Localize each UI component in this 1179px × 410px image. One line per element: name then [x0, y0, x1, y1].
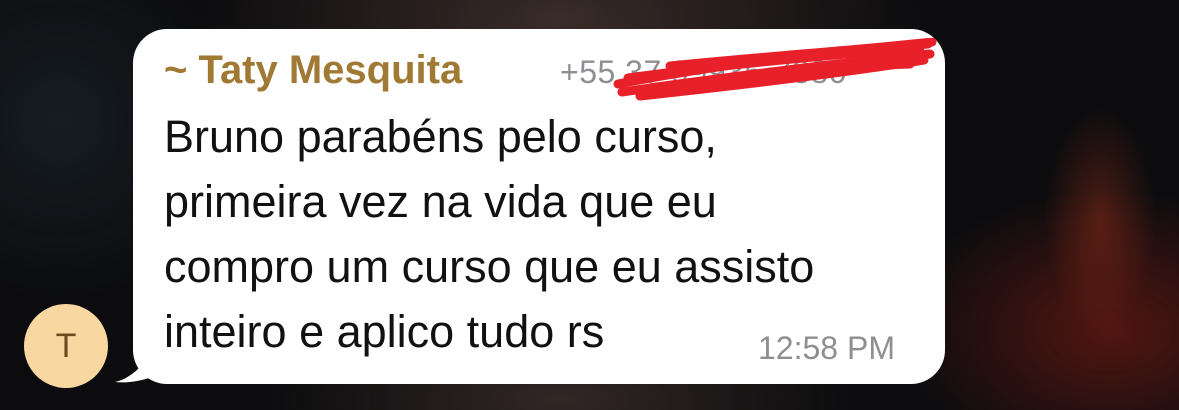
avatar-initial: T [55, 326, 77, 365]
wallpaper-background [1000, 60, 1179, 360]
message-text[interactable]: Bruno parabéns pelo curso, primeira vez … [164, 104, 934, 364]
message-line-1: Bruno parabéns pelo curso, [164, 111, 717, 162]
message-line-3: compro um curso que eu assisto [164, 241, 815, 292]
sender-name[interactable]: ~ Taty Mesquita [164, 44, 462, 96]
message-timestamp: 12:58 PM [758, 330, 895, 366]
redaction-scribble [613, 38, 937, 101]
message-line-2: primeira vez na vida que eu [164, 176, 717, 227]
sender-avatar[interactable]: T [24, 304, 108, 388]
